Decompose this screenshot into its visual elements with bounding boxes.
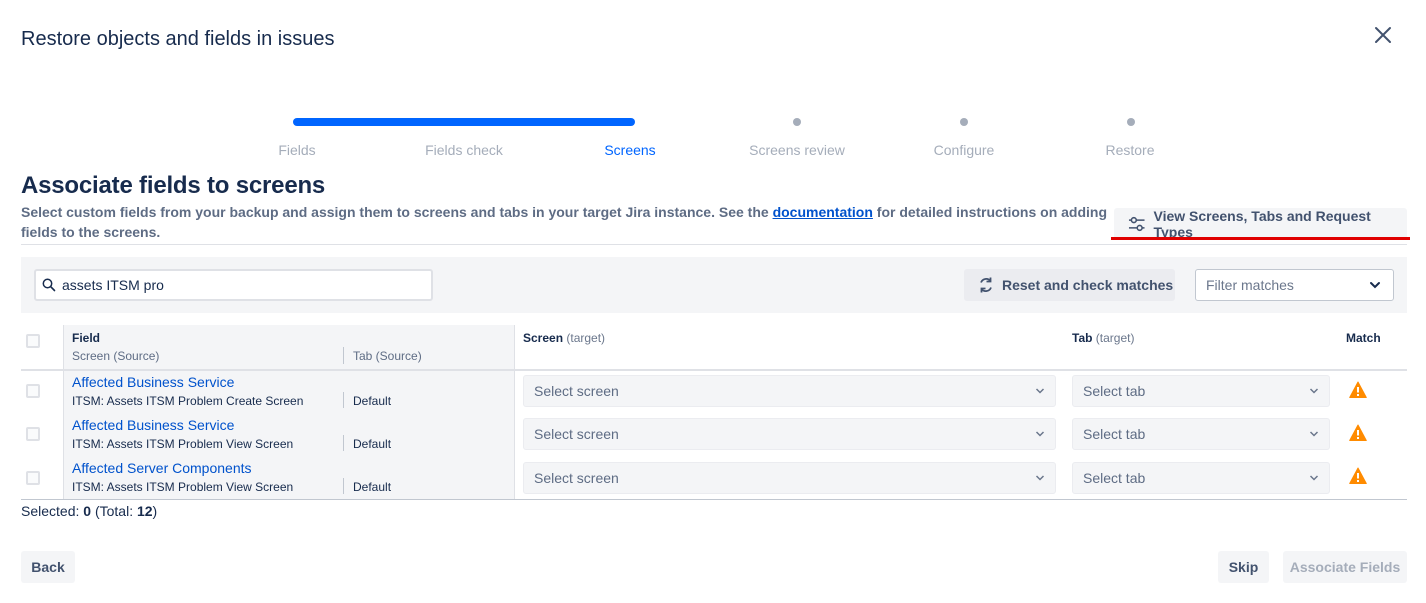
search-box[interactable] xyxy=(34,269,433,301)
filter-bar: Reset and check matches Filter matches xyxy=(21,257,1407,313)
screen-select[interactable]: Select screen xyxy=(523,375,1056,407)
chevron-down-icon xyxy=(1309,431,1319,437)
documentation-link[interactable]: documentation xyxy=(773,204,873,220)
header-tab-target-label: Tab xyxy=(1072,331,1093,345)
warning-icon xyxy=(1349,424,1367,441)
view-screens-button[interactable]: View Screens, Tabs and Request Types xyxy=(1114,208,1407,240)
header-field: Field xyxy=(72,331,101,345)
step-dot-configure xyxy=(960,118,968,126)
warning-icon xyxy=(1349,381,1367,398)
tab-select-placeholder: Select tab xyxy=(1083,426,1146,442)
header-screen-target-label: Screen xyxy=(523,331,564,345)
step-fields-check: Fields check xyxy=(425,142,503,158)
row-separator xyxy=(343,435,344,451)
progress-tracker: Fields Fields check Screens Screens revi… xyxy=(0,0,1426,170)
selected-label: Selected: xyxy=(21,503,80,519)
row-checkbox[interactable] xyxy=(26,427,40,441)
screen-select[interactable]: Select screen xyxy=(523,418,1056,450)
refresh-icon xyxy=(980,277,992,293)
row-checkbox[interactable] xyxy=(26,384,40,398)
step-restore: Restore xyxy=(1105,142,1155,158)
source-tab: Default xyxy=(353,394,392,408)
screen-select[interactable]: Select screen xyxy=(523,462,1056,494)
chevron-down-icon xyxy=(1309,388,1319,394)
total-count: 12 xyxy=(136,503,153,519)
fields-table: Field Screen (Source) Tab (Source) Scree… xyxy=(21,325,1407,501)
screen-select-placeholder: Select screen xyxy=(534,383,619,399)
tab-select[interactable]: Select tab xyxy=(1072,462,1330,494)
header-match: Match xyxy=(1346,331,1381,345)
reset-label: Reset and check matches xyxy=(1002,277,1174,293)
filter-matches-placeholder: Filter matches xyxy=(1206,277,1294,293)
search-icon xyxy=(42,278,56,292)
header-divider xyxy=(21,369,1407,371)
source-tab: Default xyxy=(353,437,392,451)
step-dot-screens-review xyxy=(793,118,801,126)
select-all-checkbox[interactable] xyxy=(26,334,40,348)
tab-select-placeholder: Select tab xyxy=(1083,383,1146,399)
step-fields: Fields xyxy=(278,142,316,158)
filter-matches-select[interactable]: Filter matches xyxy=(1195,269,1394,301)
field-link[interactable]: Affected Business Service xyxy=(72,374,234,390)
source-screen: ITSM: Assets ITSM Problem View Screen xyxy=(72,480,294,494)
step-screens-review: Screens review xyxy=(749,142,845,158)
header-screen-target-sub: (target) xyxy=(566,331,606,345)
chevron-down-icon xyxy=(1370,282,1380,289)
tab-select-placeholder: Select tab xyxy=(1083,470,1146,486)
sliders-icon xyxy=(1128,216,1145,232)
description-text: Select custom fields from your backup an… xyxy=(21,204,773,220)
field-link[interactable]: Affected Business Service xyxy=(72,417,234,433)
progress-bar xyxy=(293,118,635,126)
divider xyxy=(21,244,1407,245)
header-tab-source: Tab (Source) xyxy=(353,349,422,363)
screen-select-placeholder: Select screen xyxy=(534,470,619,486)
header-screen-source: Screen (Source) xyxy=(72,349,160,363)
row-separator xyxy=(343,392,344,408)
chevron-down-icon xyxy=(1035,388,1045,394)
chevron-down-icon xyxy=(1309,475,1319,481)
tab-select[interactable]: Select tab xyxy=(1072,375,1330,407)
header-screen-target: Screen (target) xyxy=(523,331,605,345)
section-title: Associate fields to screens xyxy=(21,172,326,199)
step-screens: Screens xyxy=(604,142,656,158)
selected-count: 0 xyxy=(83,503,92,519)
search-input[interactable] xyxy=(62,277,402,293)
step-dot-restore xyxy=(1127,118,1135,126)
header-tab-target-sub: (target) xyxy=(1095,331,1135,345)
total-label: (Total: xyxy=(94,503,134,519)
view-screens-label: View Screens, Tabs and Request Types xyxy=(1153,208,1371,240)
chevron-down-icon xyxy=(1035,475,1045,481)
back-button[interactable]: Back xyxy=(21,551,75,583)
skip-button[interactable]: Skip xyxy=(1218,551,1269,583)
header-tab-target: Tab (target) xyxy=(1072,331,1134,345)
total-close: ) xyxy=(152,503,158,519)
tab-select[interactable]: Select tab xyxy=(1072,418,1330,450)
reset-check-matches-button[interactable]: Reset and check matches xyxy=(964,269,1175,301)
step-configure: Configure xyxy=(933,142,995,158)
source-screen: ITSM: Assets ITSM Problem View Screen xyxy=(72,437,294,451)
chevron-down-icon xyxy=(1035,431,1045,437)
source-tab: Default xyxy=(353,480,392,494)
field-link[interactable]: Affected Server Components xyxy=(72,460,252,476)
section-description: Select custom fields from your backup an… xyxy=(21,202,1111,242)
warning-icon xyxy=(1349,467,1367,484)
associate-fields-button[interactable]: Associate Fields xyxy=(1283,551,1407,583)
screen-select-placeholder: Select screen xyxy=(534,426,619,442)
table-bottom-border xyxy=(21,499,1407,500)
row-checkbox[interactable] xyxy=(26,471,40,485)
source-screen: ITSM: Assets ITSM Problem Create Screen xyxy=(72,394,304,408)
header-separator xyxy=(343,347,344,364)
row-separator xyxy=(343,478,344,494)
highlight-underline xyxy=(1111,237,1410,240)
selection-summary: Selected: 0 (Total: 12) xyxy=(21,503,157,519)
